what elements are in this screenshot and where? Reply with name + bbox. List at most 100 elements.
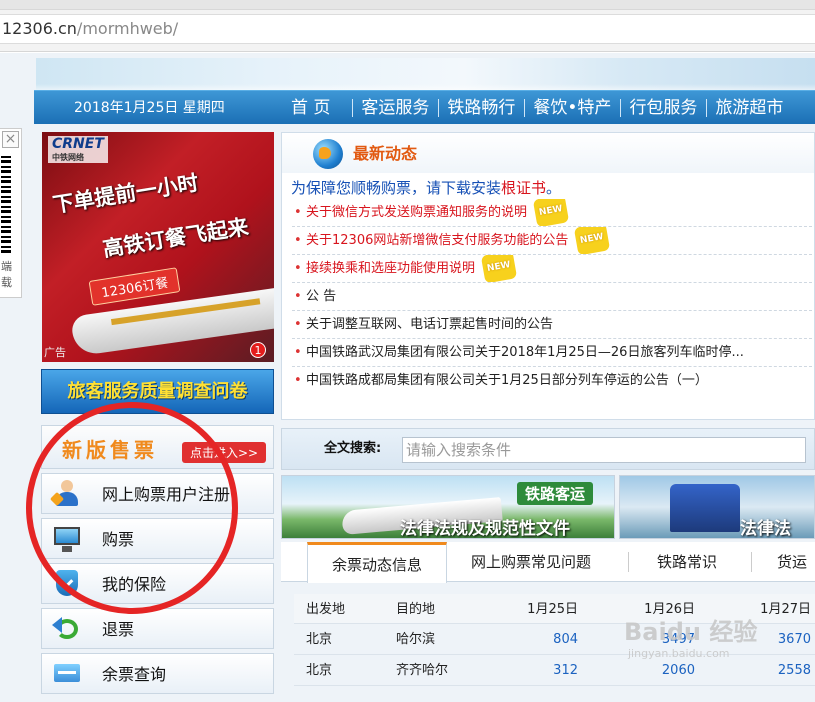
cert-notice-prefix: 为保障您顺畅购票，请下载安装	[291, 179, 502, 197]
side-item-register[interactable]: 网上购票用户注册	[41, 473, 274, 514]
nav-luggage-service[interactable]: 行包服务	[620, 91, 706, 125]
watermark-main: Baidu 经验	[624, 618, 758, 646]
side-item-label: 我的保险	[102, 575, 167, 594]
cell-from: 北京	[306, 663, 333, 678]
new-ticketing-title: 新版售票	[62, 438, 158, 462]
fulltext-search-bar: 全文搜索:	[281, 428, 815, 470]
ticket-query-icon	[52, 660, 82, 688]
qr-text-1: 端 载	[1, 260, 12, 289]
survey-button[interactable]: 旅客服务质量调查问卷	[41, 369, 274, 414]
url-path: /mormhweb/	[76, 19, 179, 38]
side-item-ticket-query[interactable]: 余票查询	[41, 653, 274, 694]
tab-railway-knowledge[interactable]: 铁路常识	[657, 542, 717, 582]
cert-notice-suffix: 。	[546, 179, 562, 197]
latest-news-panel: 最新动态 为保障您顺畅购票，请下载安装根证书。 关于微信方式发送购票通知服务的说…	[281, 132, 815, 420]
side-item-label: 退票	[102, 620, 135, 639]
news-header: 最新动态	[282, 133, 814, 173]
passenger-law-banner[interactable]: 铁路客运 法律法规及规范性文件	[281, 475, 615, 539]
ad-headline-2: 高铁订餐飞起来	[101, 214, 251, 262]
news-item-text: 关于微信方式发送购票通知服务的说明	[306, 205, 528, 220]
nav-menu: 首 页 客运服务 铁路畅行 餐饮•特产 行包服务 旅游超市	[282, 91, 792, 125]
banner-title: 法律法规及规范性文件	[400, 519, 570, 539]
news-item-text: 关于调整互联网、电话订票起售时间的公告	[306, 317, 554, 332]
freight-law-banner[interactable]: 法律法	[619, 475, 815, 539]
news-item[interactable]: 关于12306网站新增微信支付服务功能的公告 NEW	[292, 227, 812, 255]
close-icon[interactable]: ×	[2, 131, 19, 148]
tab-faq[interactable]: 网上购票常见问题	[471, 542, 591, 582]
side-item-buy-ticket[interactable]: 购票	[41, 518, 274, 559]
news-item-text: 关于12306网站新增微信支付服务功能的公告	[306, 233, 569, 248]
qr-code-icon	[1, 153, 11, 253]
news-title: 最新动态	[353, 144, 418, 163]
user-register-icon	[49, 480, 82, 508]
news-item[interactable]: 关于调整互联网、电话订票起售时间的公告	[292, 311, 812, 339]
ad-logo-text: CRNET	[52, 136, 104, 152]
news-item-text: 公 告	[306, 289, 337, 304]
nav-travel-market[interactable]: 旅游超市	[706, 91, 792, 125]
cell-from: 北京	[306, 632, 333, 647]
news-item[interactable]: 中国铁路武汉局集团有限公司关于2018年1月25日—26日旅客列车临时停...	[292, 339, 812, 367]
side-item-refund[interactable]: 退票	[41, 608, 274, 649]
qr-widget-text: 端 载	[1, 259, 13, 291]
tab-divider	[751, 552, 752, 572]
ad-label: 广告	[44, 346, 66, 359]
news-item[interactable]: 关于微信方式发送购票通知服务的说明 NEW	[292, 199, 812, 227]
news-item[interactable]: 公 告	[292, 283, 812, 311]
col-from: 出发地	[306, 602, 346, 617]
nav-passenger-service[interactable]: 客运服务	[352, 91, 438, 125]
banner-title: 法律法	[740, 519, 791, 539]
crnet-logo: CRNET 中铁网络	[48, 136, 108, 163]
info-tabs: 余票动态信息 网上购票常见问题 铁路常识 货运	[281, 542, 815, 583]
nav-food-specialty[interactable]: 餐饮•特产	[524, 91, 620, 125]
new-badge: NEW	[480, 255, 517, 282]
news-item-text: 中国铁路成都局集团有限公司关于1月25日部分列车停运的公告（一）	[306, 373, 708, 388]
nav-railway-travel[interactable]: 铁路畅行	[438, 91, 524, 125]
watermark-sub: jingyan.baidu.com	[628, 647, 730, 660]
locomotive-image	[670, 484, 740, 532]
banner-tag: 铁路客运	[517, 482, 594, 505]
col-to: 目的地	[396, 602, 436, 617]
news-item-text: 接续换乘和选座功能使用说明	[306, 261, 476, 276]
ad-logo-sub: 中铁网络	[52, 153, 84, 162]
side-item-label: 购票	[102, 530, 135, 549]
col-date-1: 1月25日	[527, 602, 578, 617]
meal-order-ad[interactable]: CRNET 中铁网络 下单提前一小时 高铁订餐飞起来 12306订餐 广告 1	[42, 132, 274, 362]
side-item-label: 余票查询	[102, 665, 167, 684]
ad-tag: 12306订餐	[88, 267, 181, 306]
ad-page-badge[interactable]: 1	[250, 342, 266, 358]
browser-tab-strip	[0, 0, 815, 10]
search-label: 全文搜索:	[324, 441, 382, 456]
nav-home[interactable]: 首 页	[282, 91, 352, 125]
cell-to: 哈尔滨	[396, 632, 436, 647]
refund-icon	[52, 615, 82, 643]
new-ticketing-panel[interactable]: 新版售票 点击进入>>	[41, 425, 274, 469]
tab-freight[interactable]: 货运	[777, 542, 807, 582]
site-header-banner	[36, 58, 815, 90]
new-badge: NEW	[532, 199, 569, 226]
side-menu: 网上购票用户注册 购票 我的保险 退票 余票查询	[41, 473, 274, 698]
cell-count[interactable]: 804	[508, 624, 578, 655]
news-item[interactable]: 中国铁路成都局集团有限公司关于1月25日部分列车停运的公告（一）	[292, 367, 812, 395]
url-host: 12306.cn	[2, 19, 77, 38]
new-badge: NEW	[574, 227, 611, 254]
qr-download-widget: × 端 载	[0, 128, 22, 298]
tab-remaining-tickets[interactable]: 余票动态信息	[307, 542, 448, 583]
computer-icon	[52, 525, 82, 553]
address-bar[interactable]: 12306.cn/mormhweb/	[0, 14, 815, 44]
ad-headline-1: 下单提前一小时	[51, 170, 201, 218]
root-cert-link[interactable]: 根证书	[501, 179, 546, 197]
cell-count[interactable]: 312	[508, 655, 578, 686]
side-item-insurance[interactable]: 我的保险	[41, 563, 274, 604]
side-item-label: 网上购票用户注册	[102, 485, 231, 504]
cell-to: 齐齐哈尔	[396, 663, 449, 678]
search-input[interactable]	[402, 437, 806, 463]
main-navbar: 2018年1月25日 星期四 首 页 客运服务 铁路畅行 餐饮•特产 行包服务 …	[34, 90, 815, 124]
news-item-text: 中国铁路武汉局集团有限公司关于2018年1月25日—26日旅客列车临时停...	[306, 345, 744, 360]
cert-notice: 为保障您顺畅购票，请下载安装根证书。	[291, 177, 561, 198]
tab-divider	[628, 552, 629, 572]
enter-button[interactable]: 点击进入>>	[182, 442, 267, 463]
news-item[interactable]: 接续换乘和选座功能使用说明 NEW	[292, 255, 812, 283]
current-date: 2018年1月25日 星期四	[74, 100, 225, 116]
shield-icon	[52, 570, 82, 598]
baidu-jingyan-watermark: Baidu 经验 jingyan.baidu.com	[624, 612, 757, 660]
